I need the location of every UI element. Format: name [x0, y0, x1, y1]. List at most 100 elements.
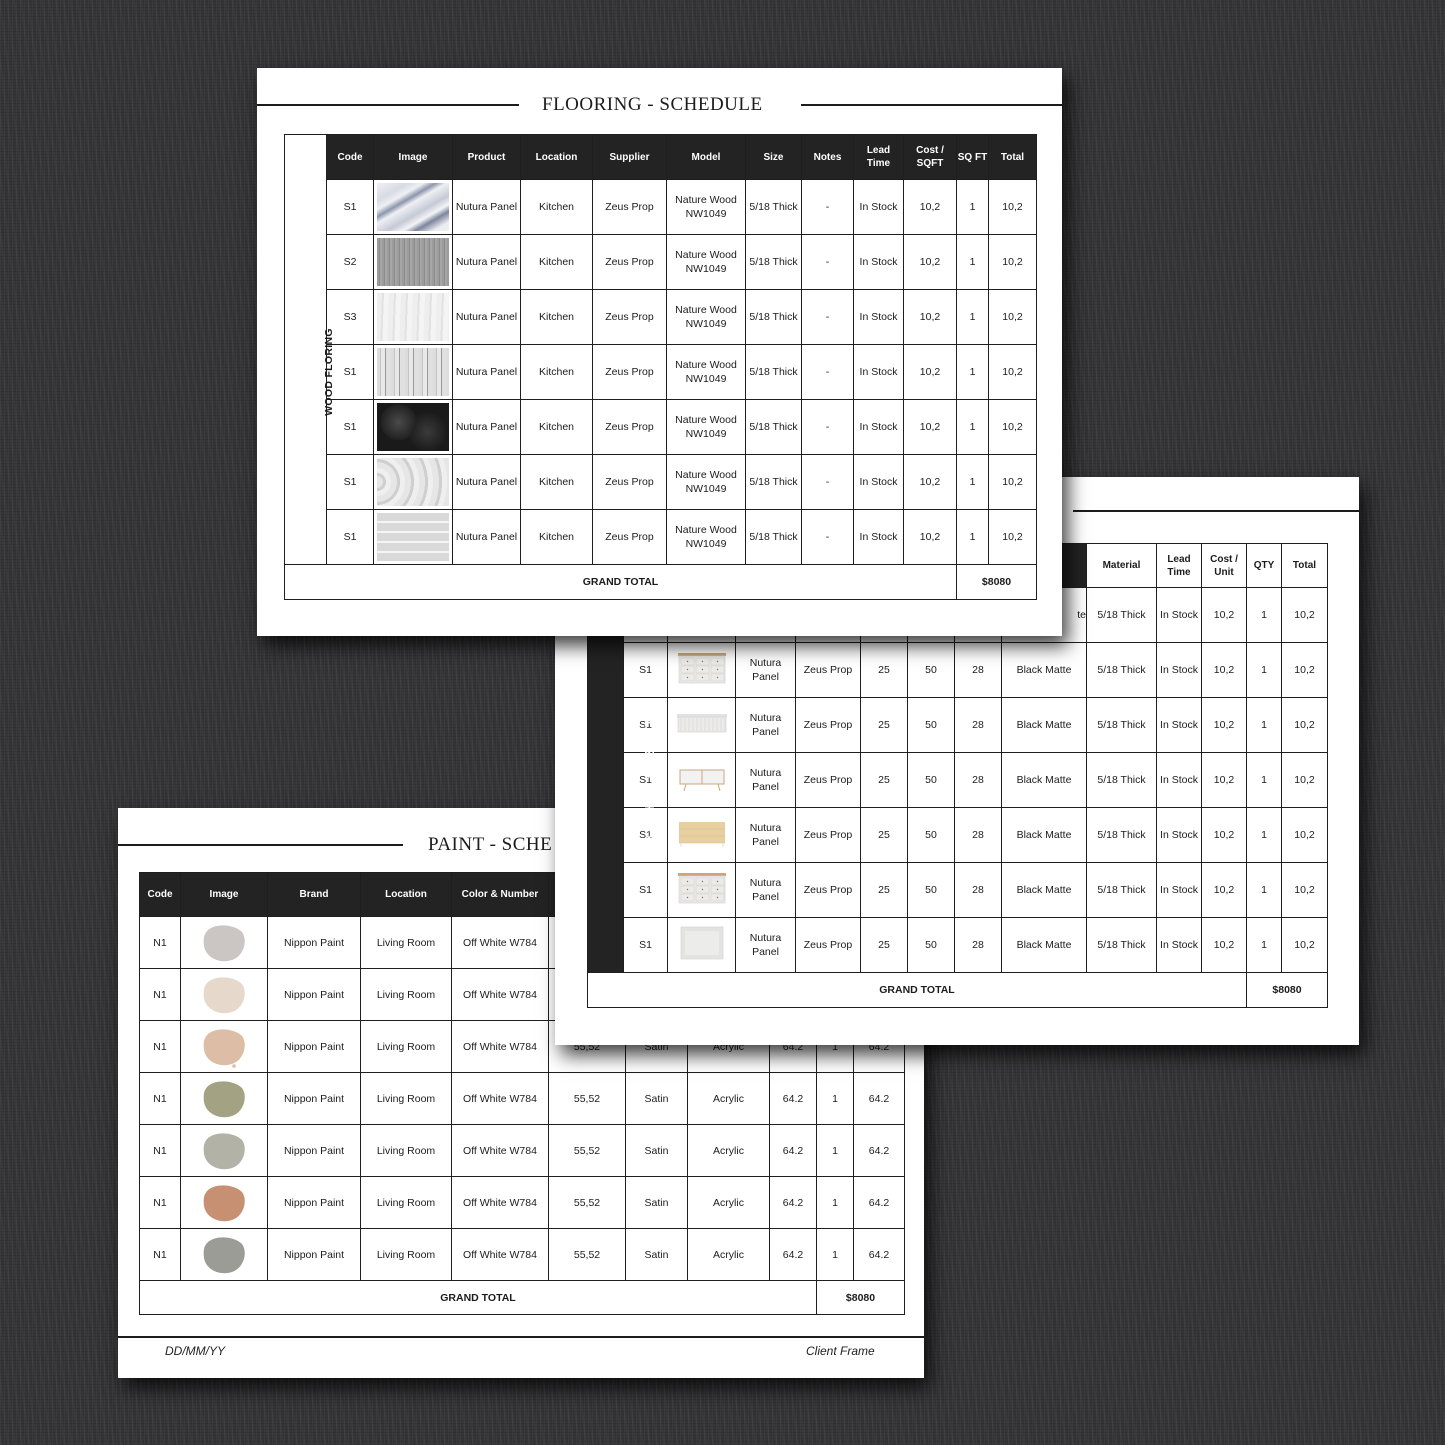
- col-header: Lead Time: [853, 134, 904, 180]
- tv-console-icon: [676, 769, 728, 799]
- flooring-table: Code Image Product Location Supplier Mod…: [284, 134, 1037, 600]
- marble-veined-texture: [377, 183, 449, 231]
- cell-dimension: 28: [954, 752, 1002, 808]
- cell-supplier: Zeus Prop: [592, 344, 667, 400]
- cell-location: Kitchen: [520, 399, 593, 455]
- col-header-lead-time: Lead Time: [1156, 543, 1202, 588]
- cell-cost: 10,2: [903, 509, 957, 565]
- cell-product: Nutura Panel: [452, 289, 521, 345]
- col-header: Code: [139, 872, 181, 917]
- cell-lead-time: In Stock: [1156, 697, 1202, 753]
- light-white-wood-texture: [377, 293, 449, 341]
- cell-dimension: 25: [860, 807, 908, 863]
- flooring-title-row: FLOORING - SCHEDULE: [257, 94, 1062, 115]
- cell-supplier: Zeus Prop: [795, 807, 861, 863]
- cell-location: Living Room: [360, 1072, 452, 1125]
- cell-supplier: Zeus Prop: [795, 917, 861, 973]
- title-rule-left: [118, 844, 403, 846]
- cell-lead-time: In Stock: [1156, 752, 1202, 808]
- grand-total-value: $8080: [956, 564, 1037, 600]
- cell-product: Nutura Panel: [452, 344, 521, 400]
- cell-total: 64.2: [853, 1228, 905, 1281]
- cell-total: 10,2: [988, 289, 1037, 345]
- cell-product: Nutura Panel: [735, 807, 796, 863]
- cell-notes: -: [801, 399, 854, 455]
- cell-dimension: 28: [954, 697, 1002, 753]
- cell-material: 5/18 Thick: [1086, 587, 1157, 643]
- cell-dimension: 25: [860, 862, 908, 918]
- table-row: S3 Nutura Panel Kitchen Zeus Prop Nature Woo…: [285, 289, 1037, 345]
- cell-qty: 1: [1246, 807, 1282, 863]
- cell-total: 64.2: [853, 1176, 905, 1229]
- cell-image: [667, 862, 736, 918]
- cell-total: 10,2: [988, 509, 1037, 565]
- cell-cost: 10,2: [903, 399, 957, 455]
- cell-brand: Nippon Paint: [267, 1124, 361, 1177]
- cell-code: N1: [139, 1176, 181, 1229]
- cell-supplier: Zeus Prop: [795, 752, 861, 808]
- cell-qty: 1: [816, 1176, 854, 1229]
- cell-finish: Black Matte: [1001, 642, 1087, 698]
- cell-total: 10,2: [988, 179, 1037, 235]
- cell-dimension: 50: [907, 697, 955, 753]
- table-row: WOOD FLORING S1 Nutura Panel Kitchen Zeus Pr…: [284, 179, 1037, 565]
- cell-location: Living Room: [360, 968, 452, 1021]
- cell-cost: 10,2: [903, 234, 957, 290]
- cell-product: Nutura Panel: [735, 862, 796, 918]
- cell-model: Nature Wood NW1049: [666, 454, 746, 510]
- col-header-total: Total: [1281, 543, 1328, 588]
- col-header: Brand: [267, 872, 361, 917]
- cell-image: [667, 752, 736, 808]
- cell-lead-time: In Stock: [853, 454, 904, 510]
- cell-color: Off White W784: [451, 1020, 549, 1073]
- cell-sqft: 1: [956, 399, 989, 455]
- cell-color: Off White W784: [451, 1228, 549, 1281]
- cell-cost: 64.2: [769, 1176, 817, 1229]
- cell-total: 10,2: [1281, 862, 1328, 918]
- table-row: N1 Nippon PaintLiving RoomOff White W7845…: [139, 1072, 905, 1125]
- oak-dresser-icon: [676, 822, 728, 854]
- cell-lead-time: In Stock: [1156, 807, 1202, 863]
- cell-notes: -: [801, 344, 854, 400]
- grand-total-label: GRAND TOTAL: [587, 972, 1247, 1008]
- cell-total: 10,2: [988, 399, 1037, 455]
- cell-product: Nutura Panel: [452, 179, 521, 235]
- cell-material: 5/18 Thick: [1086, 807, 1157, 863]
- cell-brand: Nippon Paint: [267, 1176, 361, 1229]
- cell-qty: 1: [816, 1124, 854, 1177]
- cell-product: Nutura Panel: [452, 399, 521, 455]
- cell-product: Nutura Panel: [452, 454, 521, 510]
- cell-image: [180, 1228, 268, 1281]
- cell-dimension: 50: [907, 642, 955, 698]
- table-row: S1 Nutura Panel Kitchen Zeus Prop Nature Woo…: [285, 454, 1037, 510]
- side-label-head: [284, 134, 327, 180]
- cell-supplier: Zeus Prop: [795, 697, 861, 753]
- footer-date: DD/MM/YY: [165, 1344, 225, 1358]
- cell-lead-time: In Stock: [853, 509, 904, 565]
- cell-total: 10,2: [988, 344, 1037, 400]
- col-header: SQ FT: [956, 134, 989, 180]
- cell-image: [180, 968, 268, 1021]
- cell-size: 5/18 Thick: [745, 454, 802, 510]
- cell-qty: 1: [1246, 862, 1282, 918]
- cell-supplier: Zeus Prop: [592, 289, 667, 345]
- cell-sqft: 1: [956, 509, 989, 565]
- cell-supplier: Zeus Prop: [592, 399, 667, 455]
- cell-cost: 64.2: [769, 1124, 817, 1177]
- cell-lead-time: In Stock: [1156, 642, 1202, 698]
- cell-image: [180, 1020, 268, 1073]
- cell-notes: -: [801, 509, 854, 565]
- cell-image: [180, 1072, 268, 1125]
- cell-size: 5/18 Thick: [745, 344, 802, 400]
- cell-brand: Nippon Paint: [267, 968, 361, 1021]
- col-header: Color & Number: [451, 872, 549, 917]
- cell-image: [667, 917, 736, 973]
- cell-material: 5/18 Thick: [1086, 642, 1157, 698]
- cell-code: S2: [326, 234, 374, 290]
- black-slate-texture: [377, 403, 449, 451]
- cell-type: Acrylic: [687, 1228, 770, 1281]
- cell-cost: 10,2: [1201, 587, 1247, 643]
- cell-total: 64.2: [853, 1124, 905, 1177]
- cell-image: [180, 1124, 268, 1177]
- cell-finish: Black Matte: [1001, 807, 1087, 863]
